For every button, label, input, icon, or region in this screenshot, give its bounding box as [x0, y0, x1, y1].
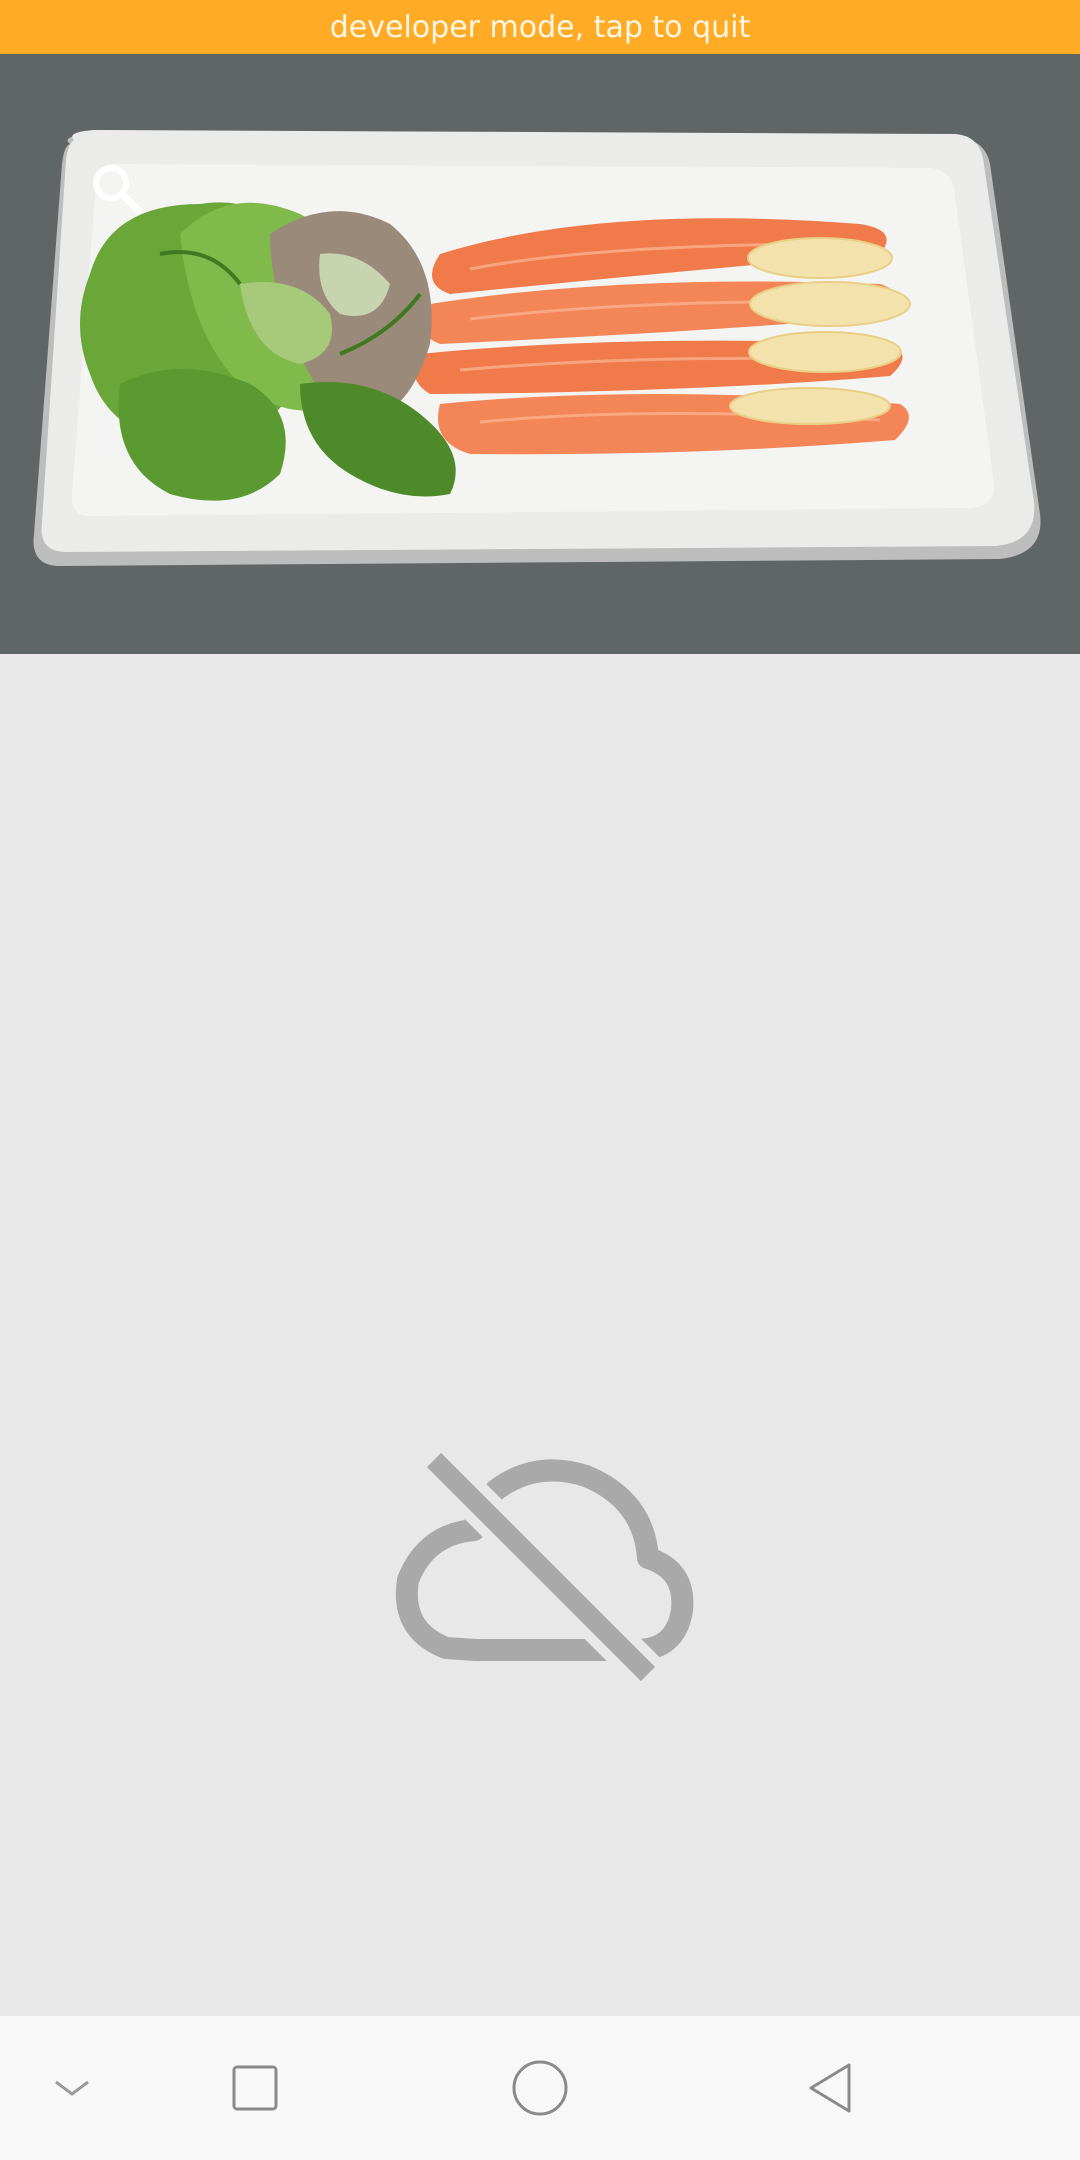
search-button[interactable]	[86, 158, 148, 220]
search-icon	[93, 165, 143, 215]
cloud-off-icon	[395, 1450, 694, 1686]
hero-image	[0, 54, 1080, 654]
nav-back-button[interactable]	[770, 2016, 890, 2160]
developer-mode-banner[interactable]: developer mode, tap to quit	[0, 0, 1080, 54]
developer-mode-text: developer mode, tap to quit	[329, 9, 751, 45]
system-navigation-bar	[0, 2016, 1080, 2160]
content-area	[0, 654, 1080, 2016]
nav-recents-button[interactable]	[195, 2016, 315, 2160]
chevron-down-icon	[55, 2080, 89, 2096]
triangle-back-icon	[809, 2063, 851, 2113]
circle-home-icon	[512, 2060, 568, 2116]
salmon-dish-illustration	[33, 130, 1041, 566]
square-recents-icon	[232, 2065, 278, 2111]
nav-hide-button[interactable]	[12, 2016, 132, 2160]
nav-home-button[interactable]	[480, 2016, 600, 2160]
